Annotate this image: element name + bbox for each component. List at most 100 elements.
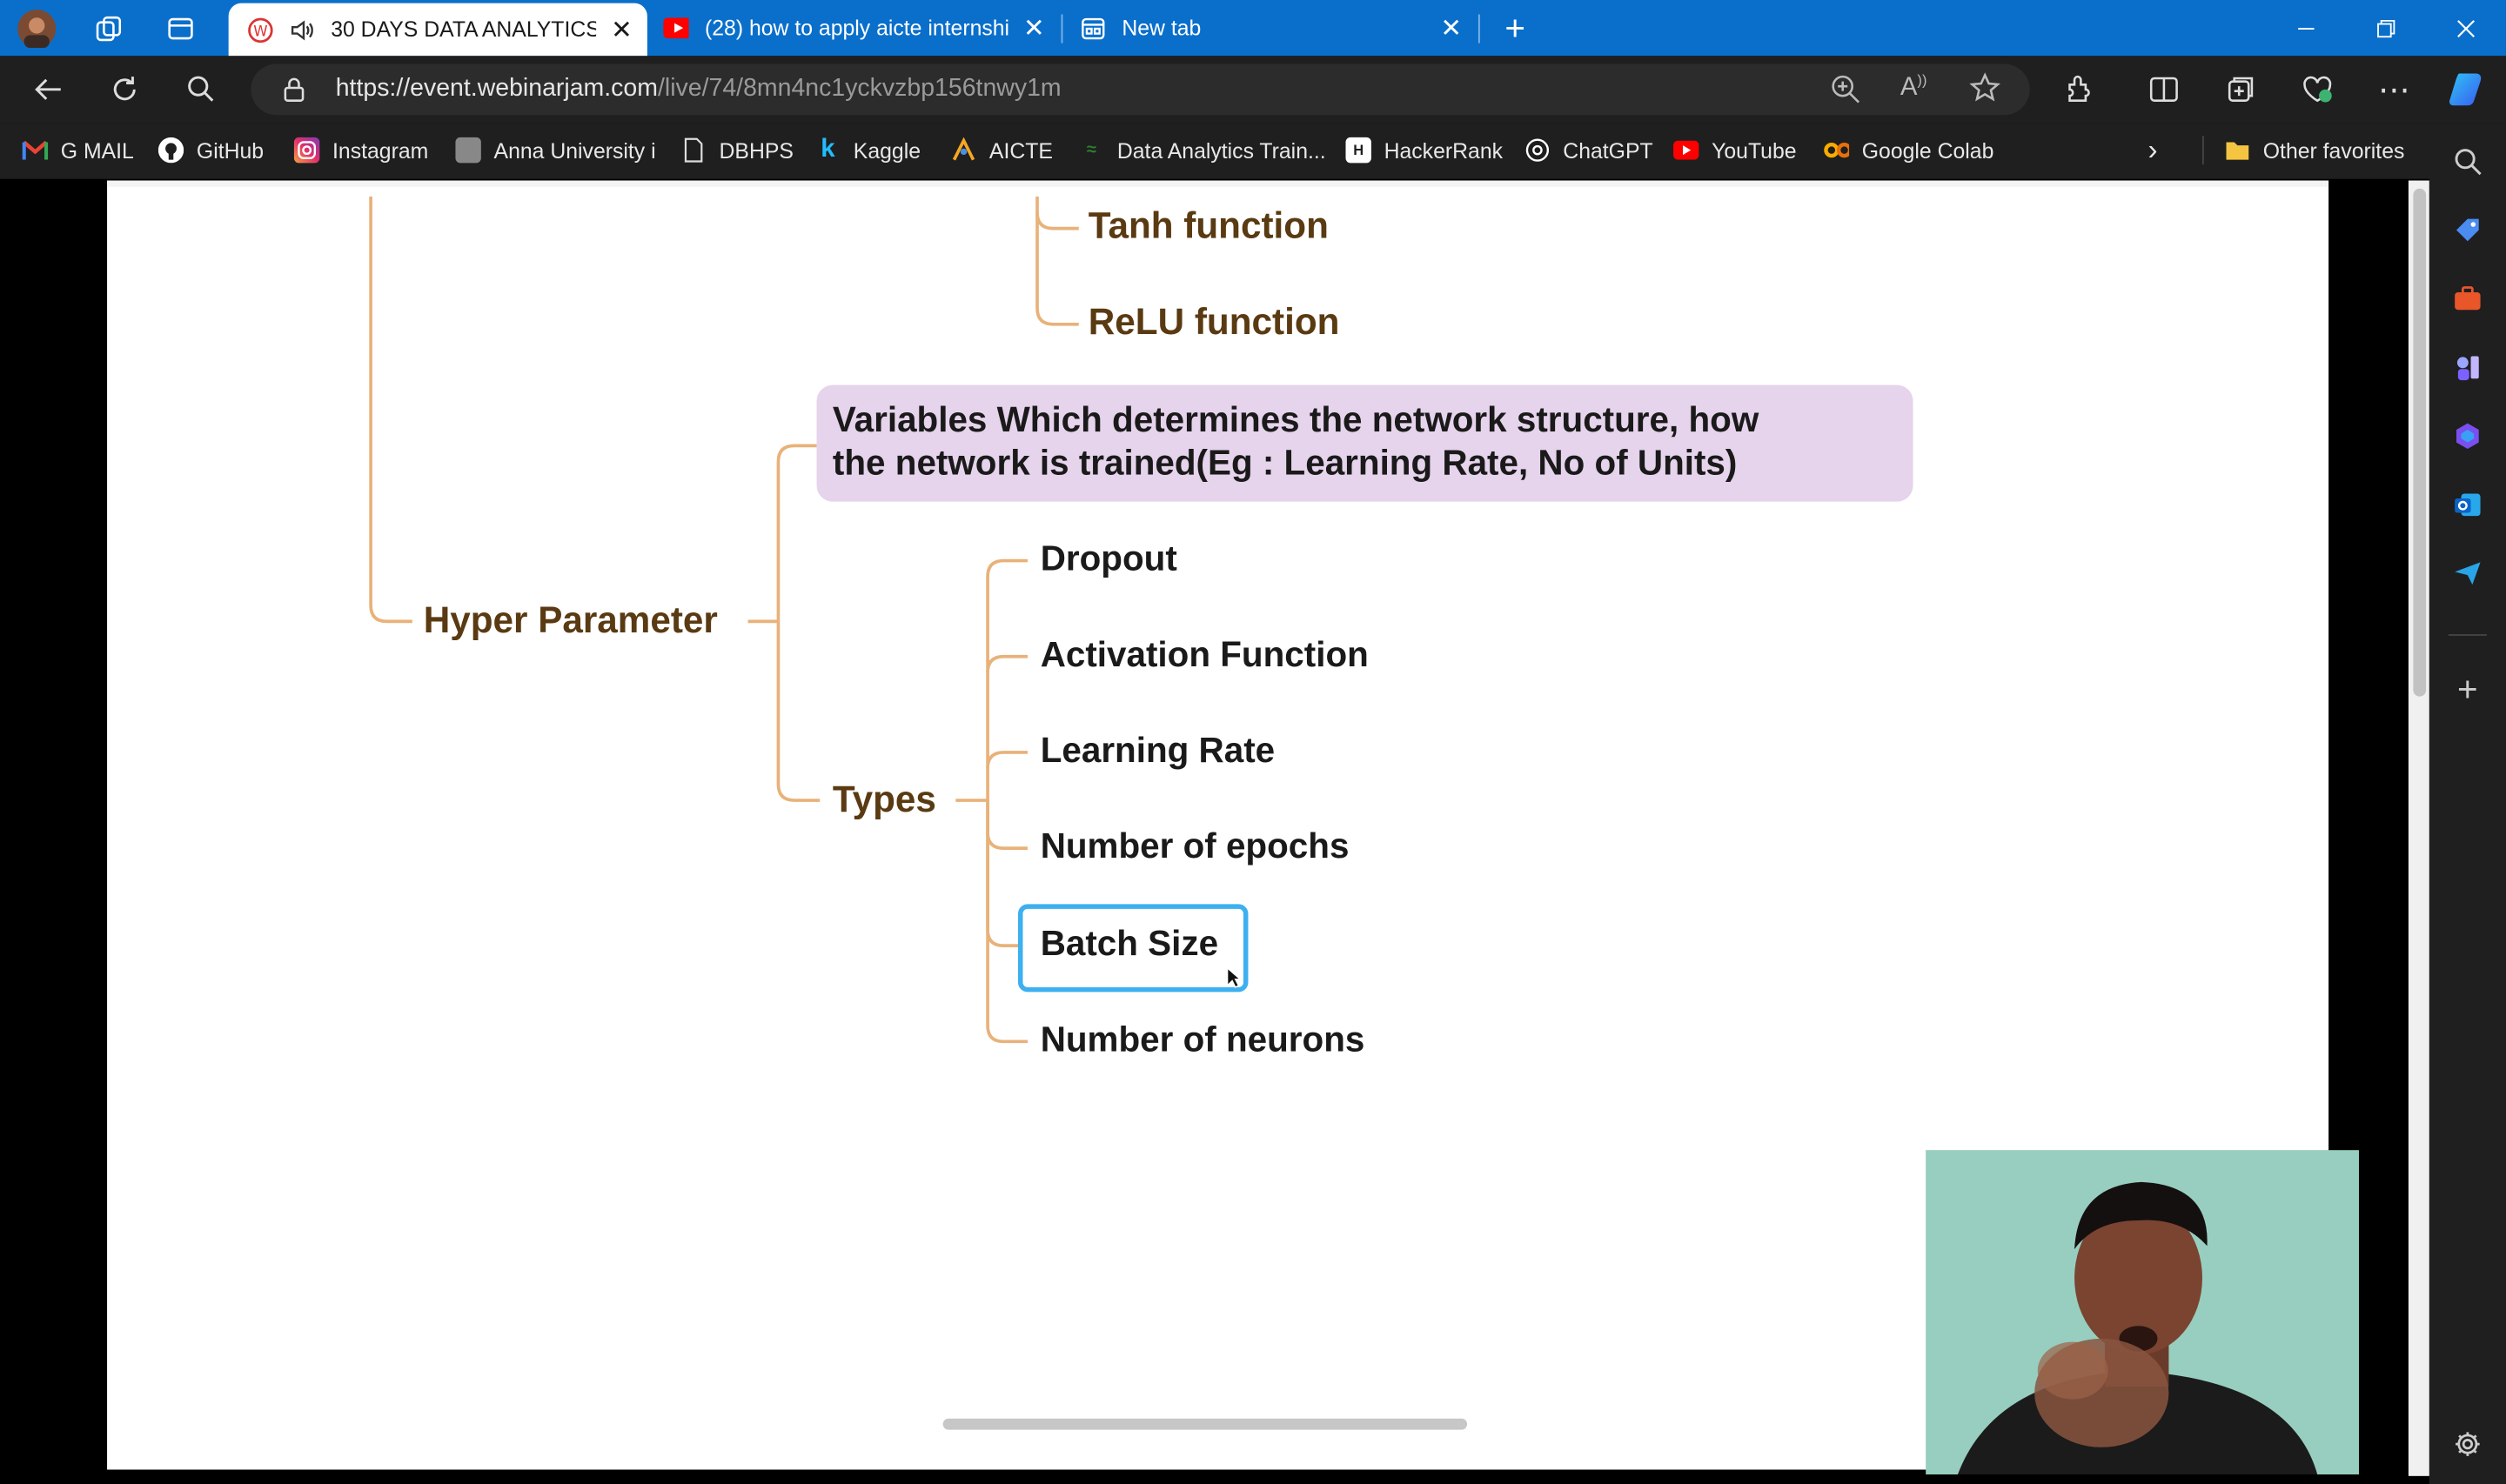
tab-title: 30 DAYS DATA ANALYTICS M (331, 17, 597, 42)
bookmark-instagram[interactable]: Instagram (293, 136, 428, 164)
games-chess-icon[interactable] (2451, 351, 2483, 384)
edge-sidebar: + (2429, 123, 2506, 1484)
horizontal-scrollbar-thumb[interactable] (942, 1418, 1468, 1430)
tab-youtube[interactable]: (28) how to apply aicte internship ✕ (660, 0, 1060, 56)
mindmap-node-learning-rate[interactable]: Learning Rate (1041, 730, 1275, 772)
back-icon[interactable] (27, 70, 69, 109)
url-text[interactable]: https://event.webinarjam.com/live/74/8mn… (336, 75, 1062, 104)
extensions-icon[interactable] (2059, 70, 2101, 109)
mindmap-node-activation-function[interactable]: Activation Function (1041, 634, 1369, 676)
mindmap-node-types[interactable]: Types (833, 778, 936, 821)
mindmap-node-tanh[interactable]: Tanh function (1089, 204, 1329, 248)
divider (2201, 136, 2204, 165)
close-window-icon[interactable] (2426, 0, 2506, 56)
mindmap-node-dropout[interactable]: Dropout (1041, 538, 1177, 580)
new-tab-plus-icon[interactable]: + (1496, 8, 1534, 48)
bookmark-hackerrank[interactable]: H HackerRank (1345, 136, 1503, 164)
tab-divider (1477, 14, 1480, 43)
copilot-icon[interactable] (2445, 70, 2489, 109)
close-tab-icon[interactable]: ✕ (1438, 12, 1464, 44)
bookmark-youtube[interactable]: YouTube (1673, 136, 1797, 164)
aicte-icon (951, 137, 976, 163)
definition-line-2: the network is trained(Eg : Learning Rat… (832, 441, 1738, 482)
youtube-icon (663, 15, 689, 40)
bookmark-dbhps[interactable]: DBHPS (680, 136, 794, 164)
hackerrank-icon: H (1345, 137, 1371, 164)
bookmark-aicte[interactable]: AICTE (951, 136, 1053, 164)
divider (2448, 634, 2487, 636)
address-bar[interactable]: https://event.webinarjam.com/live/74/8mn… (251, 64, 2030, 116)
url-path: /live/74/8mn4nc1yckvzbp156tnwy1m (657, 75, 1062, 103)
mindmap-node-hyper-parameter[interactable]: Hyper Parameter (424, 599, 718, 643)
minimize-icon[interactable] (2266, 0, 2346, 56)
tab-webinar[interactable]: W 30 DAYS DATA ANALYTICS M ✕ (228, 3, 647, 57)
collections-icon[interactable] (2220, 70, 2261, 109)
bookmark-data-analytics[interactable]: ≈ Data Analytics Train... (1079, 136, 1326, 164)
tab-strip: W 30 DAYS DATA ANALYTICS M ✕ (28) how to… (0, 0, 2506, 57)
tab-title: (28) how to apply aicte internship (704, 16, 1008, 40)
restore-icon[interactable] (2346, 0, 2426, 56)
tab-divider (1061, 14, 1063, 43)
bookmark-gmail[interactable]: G MAIL (22, 136, 134, 164)
sidebar-search-icon[interactable] (2451, 145, 2483, 177)
browser-essentials-icon[interactable] (2296, 70, 2338, 109)
kaggle-icon: k (821, 136, 835, 164)
bookmark-chatgpt[interactable]: ChatGPT (1524, 136, 1653, 164)
address-bar-row: https://event.webinarjam.com/live/74/8mn… (0, 56, 2506, 124)
tab-actions-icon[interactable] (162, 10, 200, 48)
mindmap-node-number-of-neurons[interactable]: Number of neurons (1041, 1019, 1365, 1061)
github-icon (157, 137, 184, 164)
tools-briefcase-icon[interactable] (2451, 283, 2483, 315)
mindmap-node-batch-size[interactable]: Batch Size (1041, 923, 1218, 965)
microsoft-365-icon[interactable] (2451, 420, 2483, 452)
presenter-webcam (1926, 1150, 2359, 1474)
folder-icon (2225, 137, 2250, 163)
favorite-star-icon[interactable] (1969, 72, 2001, 112)
screen: W 30 DAYS DATA ANALYTICS M ✕ (28) how to… (0, 0, 2506, 1484)
close-tab-icon[interactable]: ✕ (1022, 12, 1047, 44)
shopping-tag-icon[interactable] (2451, 214, 2483, 246)
more-menu-icon[interactable]: ⋯ (2373, 70, 2415, 109)
vertical-scrollbar-thumb[interactable] (2413, 188, 2427, 697)
page-icon (680, 137, 706, 163)
data-analytics-icon: ≈ (1086, 140, 1097, 160)
chatgpt-icon (1524, 137, 1550, 163)
bookmark-kaggle[interactable]: k Kaggle (815, 136, 921, 164)
gmail-icon (22, 137, 49, 163)
definition-line-1: Variables Which determines the network s… (832, 399, 1759, 440)
add-sidebar-app-icon[interactable]: + (2451, 669, 2483, 709)
svg-text:W: W (253, 22, 267, 38)
favorites-bar: G MAIL GitHub Instagram Anna University … (0, 123, 2506, 179)
mouse-cursor-icon (1226, 966, 1243, 988)
bookmark-github[interactable]: GitHub (157, 136, 264, 164)
profile-avatar[interactable] (17, 10, 57, 49)
zoom-icon[interactable] (1830, 73, 1862, 113)
new-tab-page-icon (1081, 15, 1106, 40)
tab-new[interactable]: New tab ✕ (1077, 0, 1477, 56)
speaker-icon[interactable] (289, 17, 314, 42)
bookmark-anna-university[interactable]: Anna University i (455, 136, 656, 164)
presenter-video-frame (1926, 1150, 2359, 1474)
search-icon[interactable] (181, 70, 223, 109)
webinarjam-icon: W (248, 17, 273, 43)
outlook-icon[interactable] (2451, 489, 2483, 521)
lock-icon[interactable] (283, 77, 305, 110)
workspaces-icon[interactable] (90, 10, 128, 48)
mindmap-node-number-of-epochs[interactable]: Number of epochs (1041, 826, 1350, 867)
mindmap-node-relu[interactable]: ReLU function (1089, 300, 1340, 344)
send-telegram-icon[interactable] (2451, 558, 2483, 590)
anna-university-icon (455, 137, 481, 164)
refresh-icon[interactable] (104, 70, 145, 109)
more-bookmarks-chevron-icon[interactable]: › (2148, 133, 2158, 165)
bookmark-google-colab[interactable]: Google Colab (1824, 136, 1993, 164)
tab-title: New tab (1122, 16, 1202, 40)
instagram-icon (293, 137, 320, 164)
sidebar-settings-gear-icon[interactable] (2451, 1428, 2483, 1461)
read-aloud-icon[interactable]: A)) (1900, 72, 1927, 103)
colab-icon (1824, 137, 1850, 163)
bookmark-other-favorites[interactable]: Other favorites (2225, 136, 2404, 164)
url-domain: https://event.webinarjam.com (335, 75, 658, 103)
hyper-parameter-definition[interactable]: Variables Which determines the network s… (816, 384, 1913, 502)
close-tab-icon[interactable]: ✕ (609, 14, 634, 46)
split-screen-icon[interactable] (2143, 70, 2185, 109)
